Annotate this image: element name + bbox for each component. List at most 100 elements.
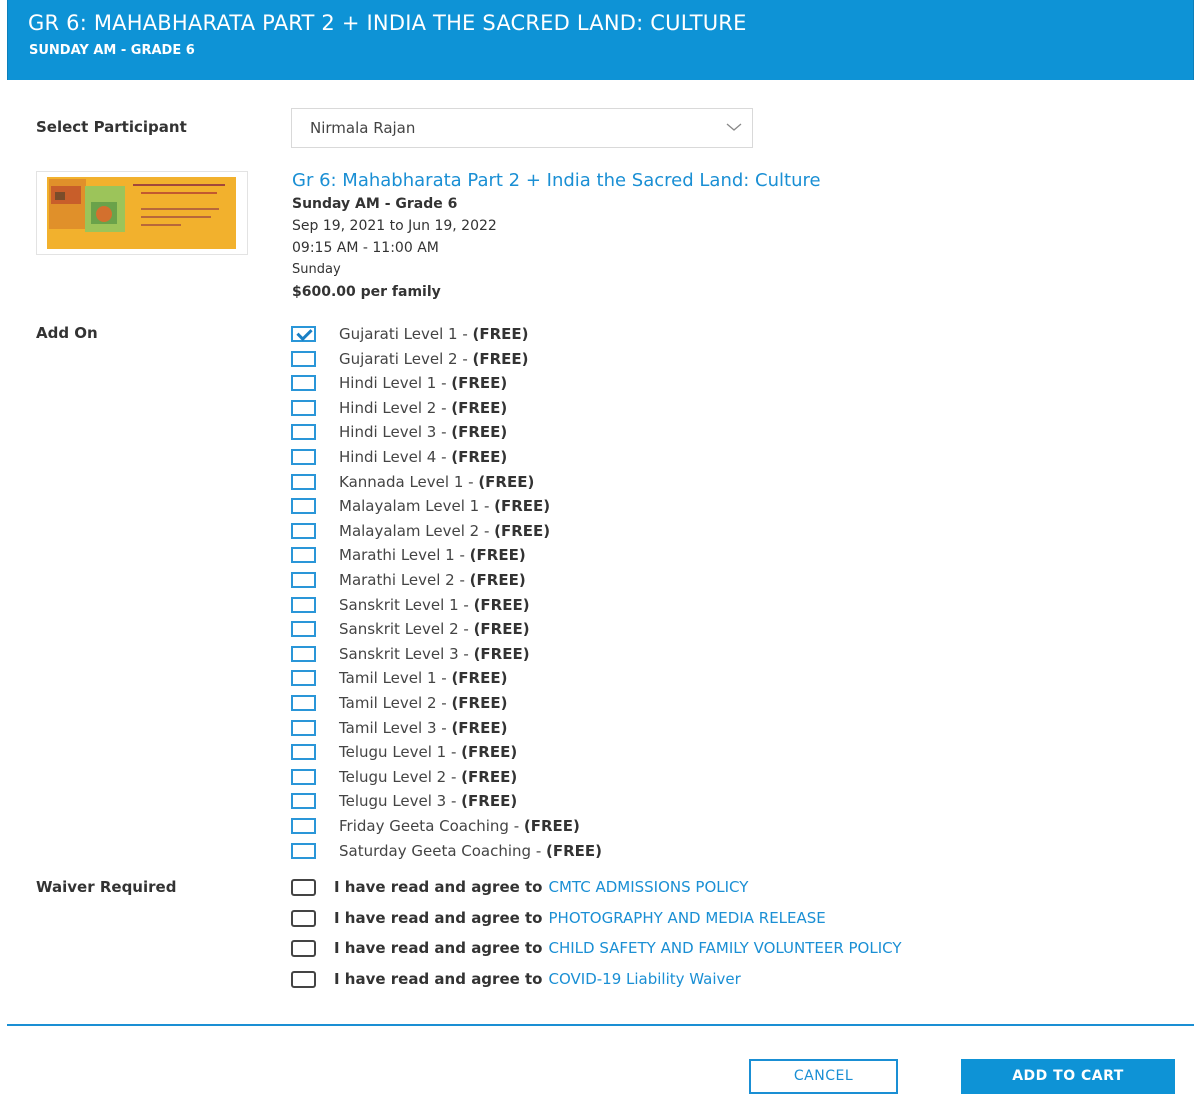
waiver-item: I have read and agree to CHILD SAFETY AND… [291, 937, 902, 959]
addon-item[interactable]: Tamil Level 3 - (FREE) [291, 717, 507, 739]
addon-item[interactable]: Friday Geeta Coaching - (FREE) [291, 815, 580, 837]
addon-checkbox[interactable] [291, 572, 316, 588]
waiver-checkbox[interactable] [291, 909, 316, 927]
addon-label: Gujarati Level 2 - (FREE) [339, 350, 529, 368]
addon-item[interactable]: Hindi Level 4 - (FREE) [291, 446, 507, 468]
waiver-checkbox[interactable] [291, 878, 316, 896]
page-subtitle: SUNDAY AM - GRADE 6 [29, 43, 195, 58]
addon-price-tag: (FREE) [494, 497, 551, 515]
addon-checkbox[interactable] [291, 351, 316, 367]
addon-item[interactable]: Marathi Level 1 - (FREE) [291, 544, 526, 566]
addon-name: Saturday Geeta Coaching - [339, 842, 547, 860]
addon-checkbox[interactable] [291, 449, 316, 465]
addon-checkbox[interactable] [291, 720, 316, 736]
waiver-link[interactable]: CMTC ADMISSIONS POLICY [549, 878, 749, 896]
addon-label: Telugu Level 2 - (FREE) [339, 768, 517, 786]
addon-label: Hindi Level 3 - (FREE) [339, 423, 507, 441]
addon-price-tag: (FREE) [451, 448, 508, 466]
course-dates: Sep 19, 2021 to Jun 19, 2022 [292, 218, 497, 234]
addon-name: Hindi Level 4 - [339, 448, 452, 466]
addon-checkbox[interactable] [291, 547, 316, 563]
addon-item[interactable]: Tamil Level 2 - (FREE) [291, 692, 507, 714]
addon-label: Kannada Level 1 - (FREE) [339, 473, 534, 491]
addon-item[interactable]: Gujarati Level 1 - (FREE) [291, 323, 529, 345]
waiver-checkbox[interactable] [291, 970, 316, 988]
addon-checkbox[interactable] [291, 621, 316, 637]
addon-price-tag: (FREE) [451, 669, 508, 687]
cancel-button[interactable]: CANCEL [749, 1059, 898, 1094]
addon-label: Hindi Level 2 - (FREE) [339, 399, 507, 417]
addon-name: Hindi Level 3 - [339, 423, 452, 441]
addon-name: Malayalam Level 1 - [339, 497, 495, 515]
addon-label: Malayalam Level 1 - (FREE) [339, 497, 550, 515]
addon-label: Sanskrit Level 1 - (FREE) [339, 596, 530, 614]
addon-checkbox[interactable] [291, 695, 316, 711]
addon-checkbox[interactable] [291, 424, 316, 440]
addon-item[interactable]: Kannada Level 1 - (FREE) [291, 471, 534, 493]
participant-select[interactable]: Nirmala Rajan [291, 108, 753, 148]
addon-label: Add On [36, 324, 98, 342]
addon-price-tag: (FREE) [478, 473, 535, 491]
addon-item[interactable]: Hindi Level 2 - (FREE) [291, 397, 507, 419]
waiver-checkbox[interactable] [291, 939, 316, 957]
addon-checkbox[interactable] [291, 523, 316, 539]
addon-checkbox[interactable] [291, 744, 316, 760]
addon-label: Marathi Level 1 - (FREE) [339, 546, 526, 564]
addon-item[interactable]: Telugu Level 3 - (FREE) [291, 790, 517, 812]
addon-label: Gujarati Level 1 - (FREE) [339, 325, 529, 343]
addon-item[interactable]: Hindi Level 3 - (FREE) [291, 421, 507, 443]
course-thumbnail [36, 171, 248, 255]
addon-item[interactable]: Saturday Geeta Coaching - (FREE) [291, 840, 602, 862]
addon-checkbox[interactable] [291, 769, 316, 785]
addon-checkbox[interactable] [291, 818, 316, 834]
waiver-text: I have read and agree to [334, 939, 543, 957]
addon-name: Telugu Level 2 - [339, 768, 462, 786]
addon-checkbox[interactable] [291, 646, 316, 662]
addon-label: Telugu Level 1 - (FREE) [339, 743, 517, 761]
add-to-cart-button[interactable]: ADD TO CART [961, 1059, 1175, 1094]
course-day: Sunday [292, 262, 341, 277]
waiver-link[interactable]: CHILD SAFETY AND FAMILY VOLUNTEER POLICY [549, 939, 902, 957]
addon-checkbox[interactable] [291, 326, 316, 342]
addon-item[interactable]: Hindi Level 1 - (FREE) [291, 372, 507, 394]
addon-item[interactable]: Gujarati Level 2 - (FREE) [291, 348, 529, 370]
waiver-link[interactable]: COVID-19 Liability Waiver [549, 970, 741, 988]
addon-price-tag: (FREE) [473, 645, 530, 663]
waiver-label: Waiver Required [36, 878, 177, 896]
addon-label: Marathi Level 2 - (FREE) [339, 571, 526, 589]
addon-item[interactable]: Malayalam Level 1 - (FREE) [291, 495, 550, 517]
addon-price-tag: (FREE) [473, 596, 530, 614]
addon-checkbox[interactable] [291, 400, 316, 416]
addon-checkbox[interactable] [291, 843, 316, 859]
addon-checkbox[interactable] [291, 597, 316, 613]
addon-checkbox[interactable] [291, 375, 316, 391]
addon-checkbox[interactable] [291, 474, 316, 490]
addon-name: Hindi Level 1 - [339, 374, 452, 392]
addon-name: Marathi Level 2 - [339, 571, 470, 589]
addon-item[interactable]: Telugu Level 2 - (FREE) [291, 766, 517, 788]
addon-price-tag: (FREE) [451, 374, 508, 392]
addon-checkbox[interactable] [291, 793, 316, 809]
addon-checkbox[interactable] [291, 498, 316, 514]
addon-name: Malayalam Level 2 - [339, 522, 495, 540]
addon-item[interactable]: Tamil Level 1 - (FREE) [291, 667, 507, 689]
course-time: 09:15 AM - 11:00 AM [292, 240, 439, 256]
addon-item[interactable]: Malayalam Level 2 - (FREE) [291, 520, 550, 542]
addon-name: Gujarati Level 1 - [339, 325, 473, 343]
addon-label: Tamil Level 1 - (FREE) [339, 669, 507, 687]
addon-name: Sanskrit Level 1 - [339, 596, 474, 614]
addon-checkbox[interactable] [291, 670, 316, 686]
addon-name: Friday Geeta Coaching - [339, 817, 524, 835]
course-price: $600.00 per family [292, 284, 441, 300]
addon-item[interactable]: Sanskrit Level 2 - (FREE) [291, 618, 530, 640]
modal-header: GR 6: MAHABHARATA PART 2 + INDIA THE SAC… [7, 0, 1194, 80]
addon-item[interactable]: Sanskrit Level 1 - (FREE) [291, 594, 530, 616]
addon-item[interactable]: Sanskrit Level 3 - (FREE) [291, 643, 530, 665]
waiver-text: I have read and agree to [334, 909, 543, 927]
registration-modal: GR 6: MAHABHARATA PART 2 + INDIA THE SAC… [7, 0, 1194, 1099]
addon-item[interactable]: Marathi Level 2 - (FREE) [291, 569, 526, 591]
addon-price-tag: (FREE) [523, 817, 580, 835]
addon-item[interactable]: Telugu Level 1 - (FREE) [291, 741, 517, 763]
waiver-link[interactable]: PHOTOGRAPHY AND MEDIA RELEASE [549, 909, 826, 927]
course-title-link[interactable]: Gr 6: Mahabharata Part 2 + India the Sac… [292, 170, 821, 191]
